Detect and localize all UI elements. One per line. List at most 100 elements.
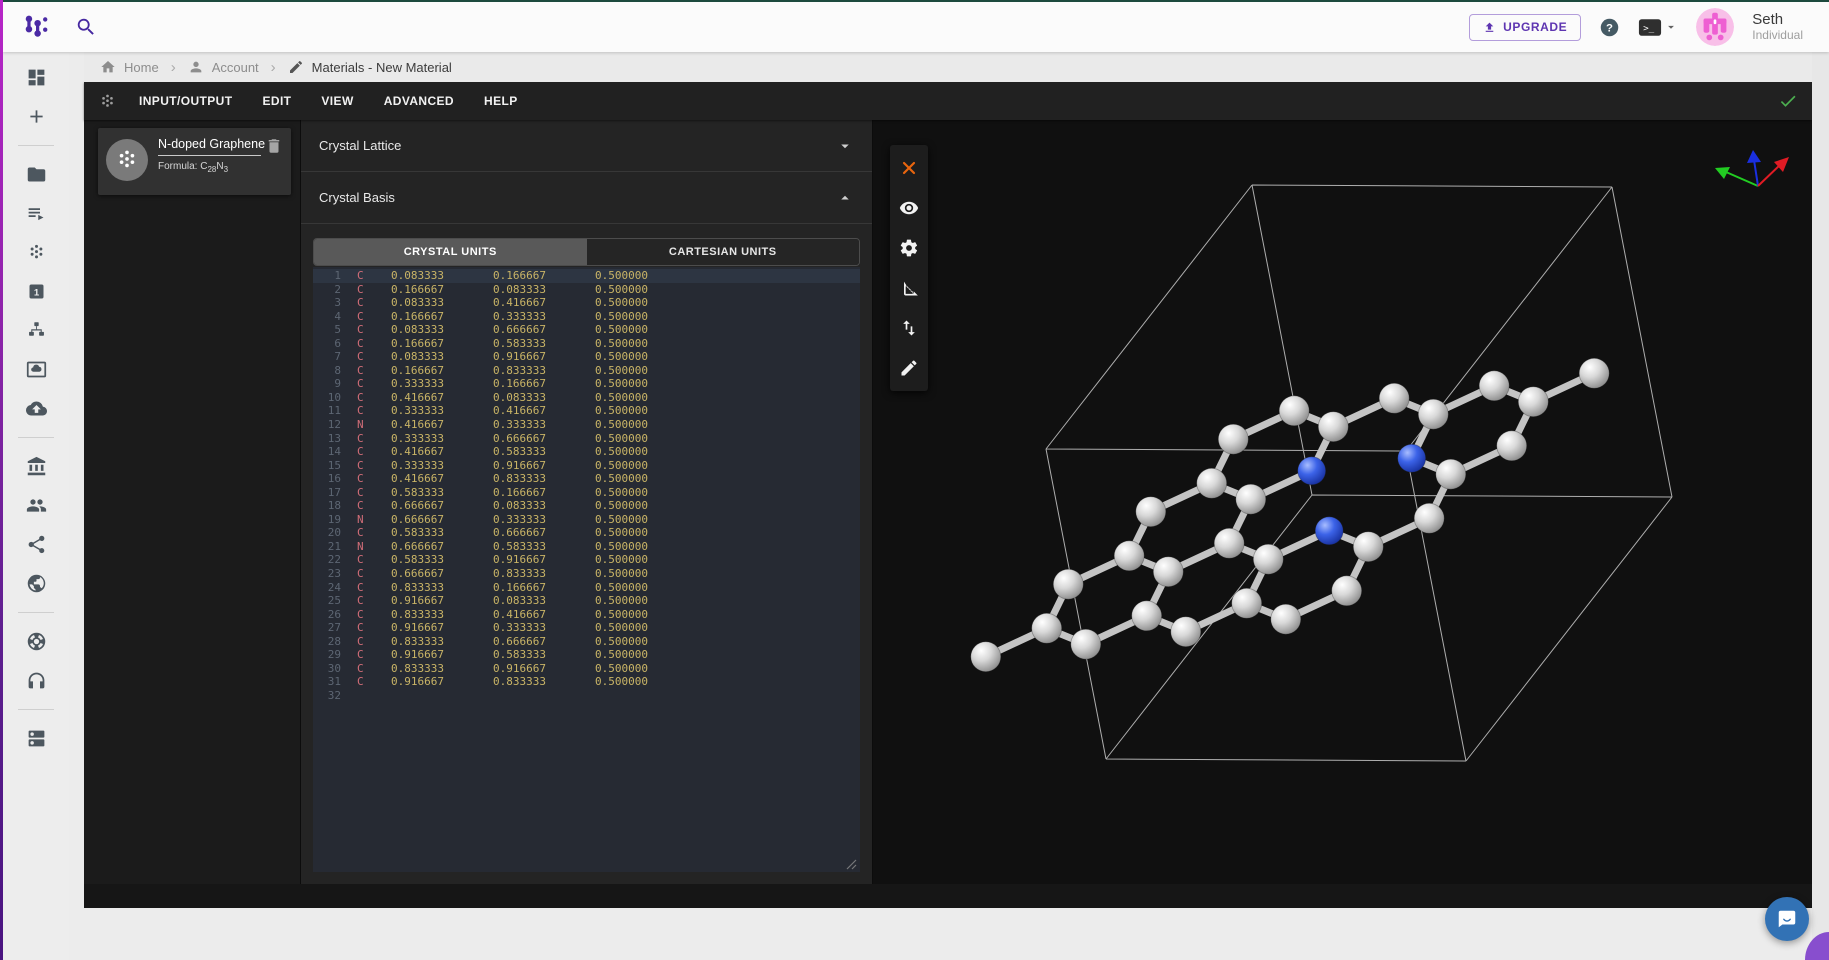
material-list-item[interactable]: N-doped Graphene Formula: C28N3 <box>98 128 291 195</box>
sidebar-item-jobs[interactable] <box>13 194 59 233</box>
menu-item-input-output[interactable]: INPUT/OUTPUT <box>139 94 232 108</box>
sidebar-item-team[interactable] <box>13 486 59 525</box>
atom-C[interactable] <box>1436 459 1466 489</box>
sidebar-item-projects[interactable] <box>13 155 59 194</box>
basis-line[interactable]: 27C0.9166670.3333330.500000 <box>313 621 860 635</box>
atom-C[interactable] <box>1053 569 1083 599</box>
atom-C[interactable] <box>1218 424 1248 454</box>
atom-C[interactable] <box>1353 532 1383 562</box>
search-icon[interactable] <box>75 16 97 38</box>
menu-item-advanced[interactable]: ADVANCED <box>384 94 454 108</box>
basis-line[interactable]: 21N0.6666670.5833330.500000 <box>313 540 860 554</box>
basis-code-editor[interactable]: 1C0.0833330.1666670.5000002C0.1666670.08… <box>313 267 860 872</box>
sidebar-item-add-new[interactable] <box>13 97 59 136</box>
atom-C[interactable] <box>1479 371 1509 401</box>
atom-C[interactable] <box>1214 528 1244 558</box>
atom-C[interactable] <box>1132 601 1162 631</box>
console-menu[interactable]: >_ <box>1638 18 1678 37</box>
atom-C[interactable] <box>1518 387 1548 417</box>
viewer-close-button[interactable] <box>890 148 928 188</box>
atom-C[interactable] <box>1032 613 1062 643</box>
atom-C[interactable] <box>1318 412 1348 442</box>
atom-C[interactable] <box>1136 497 1166 527</box>
basis-line[interactable]: 28C0.8333330.6666670.500000 <box>313 635 860 649</box>
basis-line[interactable]: 14C0.4166670.5833330.500000 <box>313 445 860 459</box>
sidebar-item-media[interactable] <box>13 350 59 389</box>
basis-line[interactable]: 30C0.8333330.9166670.500000 <box>313 662 860 676</box>
atom-C[interactable] <box>1253 544 1283 574</box>
atom-C[interactable] <box>1232 588 1262 618</box>
atom-C[interactable] <box>1414 503 1444 533</box>
resize-grip[interactable] <box>846 859 857 870</box>
atom-C[interactable] <box>1379 383 1409 413</box>
atom-C[interactable] <box>1279 396 1309 426</box>
basis-line[interactable]: 12N0.4166670.3333330.500000 <box>313 418 860 432</box>
chat-launcher-button[interactable] <box>1765 897 1809 941</box>
breadcrumb-home[interactable]: Home <box>100 59 159 75</box>
basis-line[interactable]: 17C0.5833330.1666670.500000 <box>313 486 860 500</box>
basis-line[interactable]: 5C0.0833330.6666670.500000 <box>313 323 860 337</box>
basis-line[interactable]: 10C0.4166670.0833330.500000 <box>313 391 860 405</box>
page-scrollbar-track[interactable] <box>1812 52 1829 960</box>
tab-cartesian-units[interactable]: CARTESIAN UNITS <box>587 239 860 265</box>
viewer-measure-button[interactable] <box>890 268 928 308</box>
sidebar-item-contact[interactable] <box>13 661 59 700</box>
viewer-edit-button[interactable] <box>890 348 928 388</box>
tab-crystal-units[interactable]: CRYSTAL UNITS <box>314 239 587 265</box>
atom-C[interactable] <box>1497 431 1527 461</box>
basis-line[interactable]: 23C0.6666670.8333330.500000 <box>313 567 860 581</box>
basis-line[interactable]: 26C0.8333330.4166670.500000 <box>313 608 860 622</box>
menu-item-help[interactable]: HELP <box>484 94 518 108</box>
atom-N[interactable] <box>1398 444 1426 472</box>
crystal-basis-section-header[interactable]: Crystal Basis <box>301 172 872 224</box>
basis-line[interactable]: 11C0.3333330.4166670.500000 <box>313 404 860 418</box>
sidebar-item-web[interactable] <box>13 564 59 603</box>
sidebar-item-sharing[interactable] <box>13 525 59 564</box>
basis-line[interactable]: 22C0.5833330.9166670.500000 <box>313 553 860 567</box>
viewer-visibility-button[interactable] <box>890 188 928 228</box>
basis-line[interactable]: 6C0.1666670.5833330.500000 <box>313 337 860 351</box>
sidebar-item-storage[interactable] <box>13 719 59 758</box>
basis-line[interactable]: 20C0.5833330.6666670.500000 <box>313 526 860 540</box>
material-name-input[interactable]: N-doped Graphene <box>158 137 261 156</box>
basis-line[interactable]: 9C0.3333330.1666670.500000 <box>313 377 860 391</box>
trash-icon[interactable] <box>265 137 283 155</box>
atom-C[interactable] <box>1197 468 1227 498</box>
basis-line[interactable]: 19N0.6666670.3333330.500000 <box>313 513 860 527</box>
crystal-lattice-section-header[interactable]: Crystal Lattice <box>301 120 872 172</box>
atom-C[interactable] <box>1236 484 1266 514</box>
atom-N[interactable] <box>1298 457 1326 485</box>
atom-C[interactable] <box>1271 604 1301 634</box>
upgrade-button[interactable]: UPGRADE <box>1469 14 1581 41</box>
sidebar-item-unit[interactable]: 1 <box>13 272 59 311</box>
atom-C[interactable] <box>1114 541 1144 571</box>
avatar[interactable] <box>1696 8 1734 46</box>
atom-C[interactable] <box>1171 617 1201 647</box>
breadcrumb-account[interactable]: Account <box>188 59 259 75</box>
atom-C[interactable] <box>1579 358 1609 388</box>
basis-line[interactable]: 16C0.4166670.8333330.500000 <box>313 472 860 486</box>
basis-line[interactable]: 24C0.8333330.1666670.500000 <box>313 581 860 595</box>
sidebar-item-support[interactable] <box>13 622 59 661</box>
basis-line[interactable]: 1C0.0833330.1666670.500000 <box>313 269 860 283</box>
atom-N[interactable] <box>1315 517 1343 545</box>
sidebar-item-dashboard[interactable] <box>13 58 59 97</box>
menu-item-edit[interactable]: EDIT <box>262 94 291 108</box>
viewer-settings-button[interactable] <box>890 228 928 268</box>
basis-line-empty[interactable]: 32 <box>313 689 860 703</box>
help-icon[interactable]: ? <box>1599 17 1620 38</box>
basis-line[interactable]: 7C0.0833330.9166670.500000 <box>313 350 860 364</box>
basis-line[interactable]: 4C0.1666670.3333330.500000 <box>313 310 860 324</box>
basis-line[interactable]: 18C0.6666670.0833330.500000 <box>313 499 860 513</box>
basis-line[interactable]: 31C0.9166670.8333330.500000 <box>313 675 860 689</box>
atom-C[interactable] <box>1332 576 1362 606</box>
atom-C[interactable] <box>1153 557 1183 587</box>
basis-line[interactable]: 15C0.3333330.9166670.500000 <box>313 459 860 473</box>
basis-line[interactable]: 29C0.9166670.5833330.500000 <box>313 648 860 662</box>
mat3ra-logo-icon[interactable] <box>23 14 49 40</box>
basis-line[interactable]: 25C0.9166670.0833330.500000 <box>313 594 860 608</box>
accept-check-icon[interactable] <box>1778 91 1798 111</box>
scene-canvas[interactable] <box>873 120 1812 884</box>
sidebar-item-organization[interactable] <box>13 447 59 486</box>
viewer-toggle-axes-button[interactable] <box>890 308 928 348</box>
